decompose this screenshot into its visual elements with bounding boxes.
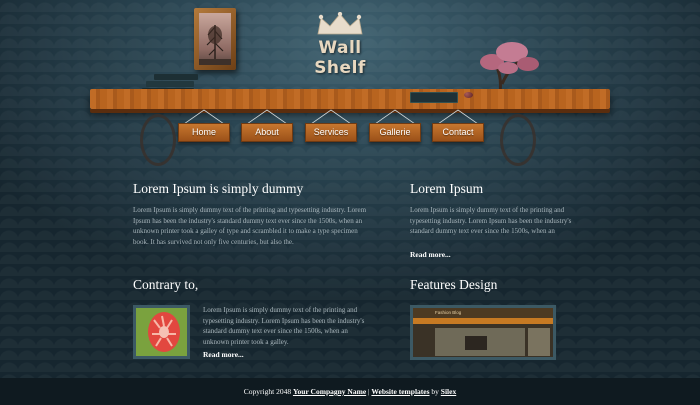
nav-item-contact[interactable]: Contact — [432, 109, 484, 142]
site-title: Wall Shelf — [314, 38, 366, 78]
intro-text: Lorem Ipsum is simply dummy text of the … — [133, 206, 367, 246]
contrary-text: Lorem Ipsum is simply dummy text of the … — [203, 306, 365, 346]
decorative-ball-image — [464, 92, 473, 98]
hanging-string-icon — [374, 109, 416, 124]
footer-templates-link[interactable]: Website templates — [371, 387, 429, 396]
side-read-more-link[interactable]: Read more... — [410, 250, 451, 259]
side-heading: Lorem Ipsum — [410, 181, 484, 196]
contrary-heading: Contrary to, — [133, 277, 199, 292]
intro-heading: Lorem Ipsum is simply dummy — [133, 181, 304, 196]
nav-label-services: Services — [305, 123, 357, 142]
wooden-shelf — [90, 89, 610, 113]
book-image — [410, 92, 458, 104]
crown-icon — [317, 12, 363, 35]
hanging-string-icon — [246, 109, 288, 124]
preview-title: Fashion Blog — [435, 310, 462, 315]
nav-label-gallerie: Gallerie — [369, 123, 421, 142]
site-logo[interactable]: Wall Shelf — [290, 12, 390, 78]
contrary-read-more-link[interactable]: Read more... — [203, 350, 244, 359]
nav-item-services[interactable]: Services — [305, 109, 357, 142]
footer-by: by — [431, 387, 439, 396]
features-heading: Features Design — [410, 277, 498, 292]
hanging-string-icon — [310, 109, 352, 124]
flower-thumbnail-image[interactable] — [133, 305, 190, 359]
picture-frame-image — [194, 8, 236, 70]
nav-label-home: Home — [178, 123, 230, 142]
nav-item-home[interactable]: Home — [178, 109, 230, 142]
hanging-string-icon — [183, 109, 225, 124]
footer-separator: | — [368, 387, 370, 396]
footer-author-link[interactable]: Silex — [441, 387, 456, 396]
hanging-string-icon — [437, 109, 479, 124]
footer-company-link[interactable]: Your Compagny Name — [293, 387, 366, 396]
nav-label-about: About — [241, 123, 293, 142]
nav-item-gallerie[interactable]: Gallerie — [369, 109, 421, 142]
nav-item-about[interactable]: About — [241, 109, 293, 142]
side-text: Lorem Ipsum is simply dummy text of the … — [410, 206, 572, 235]
footer-copyright: Copyright 2048 — [243, 387, 292, 396]
features-design-screenshot[interactable]: Fashion Blog — [410, 305, 556, 360]
main-nav: Home About Services Gallerie Contact — [0, 109, 700, 149]
footer: Copyright 2048 Your Compagny Name | Webs… — [0, 378, 700, 405]
nav-label-contact: Contact — [432, 123, 484, 142]
